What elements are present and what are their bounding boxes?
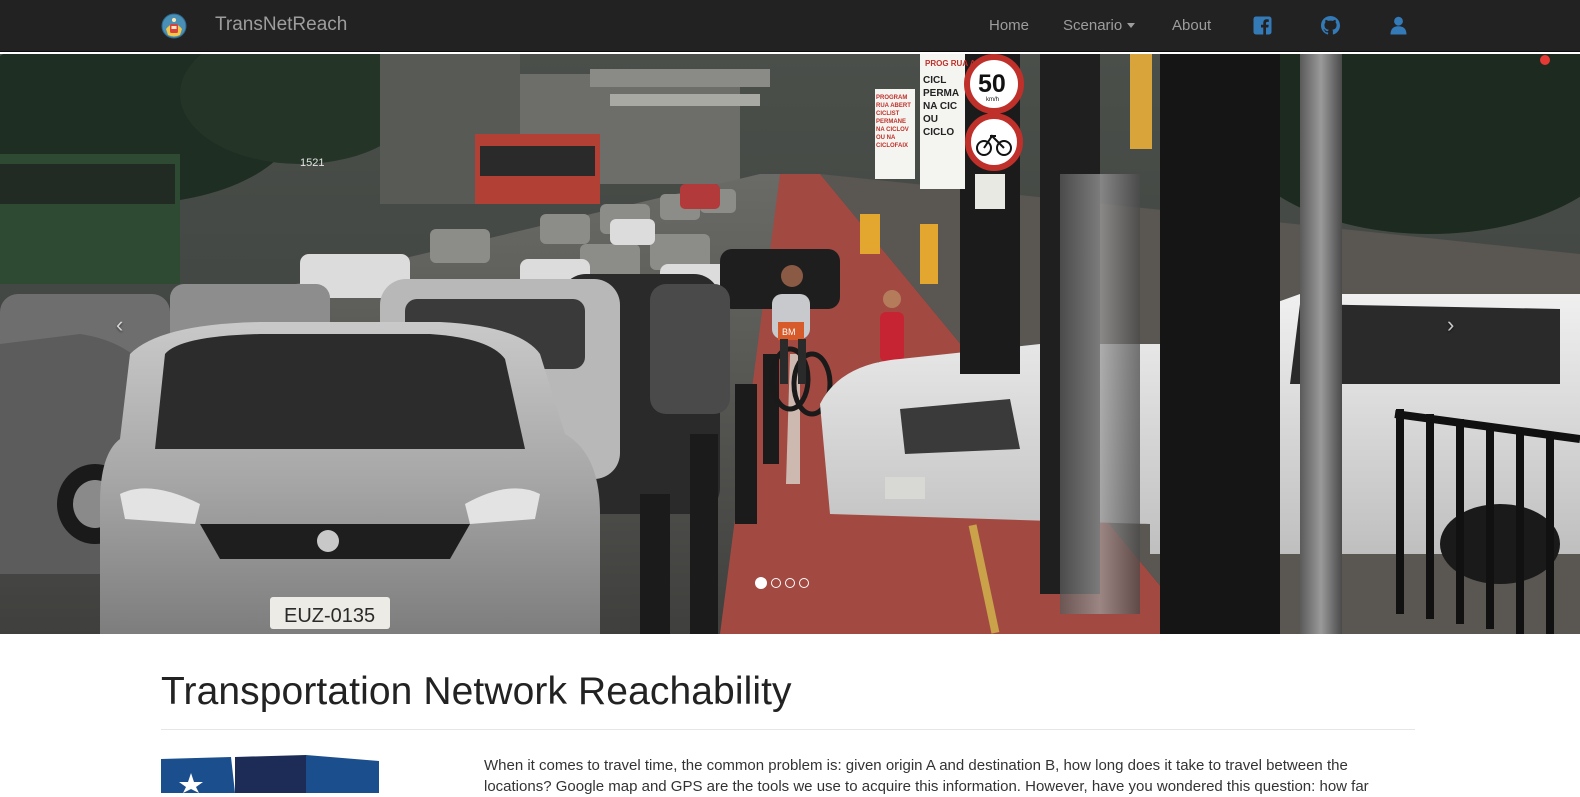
speed-limit-value: 50 xyxy=(978,70,1006,98)
top-navbar: TransNetReach Home Scenario About xyxy=(0,0,1580,52)
license-plate-text: EUZ-0135 xyxy=(284,605,375,627)
speed-limit-unit: km/h xyxy=(986,97,999,103)
carousel-indicator-1[interactable] xyxy=(755,577,767,589)
bus-display-text: 1521 xyxy=(300,157,324,169)
carousel-prev-button[interactable]: ‹ xyxy=(116,312,123,338)
carousel-indicator-4[interactable] xyxy=(799,578,809,588)
speed-limit-sign: 50 km/h xyxy=(964,54,1024,114)
page-title: Transportation Network Reachability xyxy=(161,670,792,713)
title-divider xyxy=(161,729,1415,730)
sign-banner-text: CICL PERMA NA CIC OU CICLO xyxy=(923,75,959,138)
carousel-next-button[interactable]: › xyxy=(1447,312,1454,338)
facebook-icon[interactable] xyxy=(1253,16,1272,35)
carousel-indicator-2[interactable] xyxy=(771,578,781,588)
carousel-slide-image: 1521 EUZ-0135 BM PROG RUA A CICL PERMA N… xyxy=(0,54,1580,634)
sign-banner-title: PROG RUA A xyxy=(925,59,976,68)
intro-paragraph: When it comes to travel time, the common… xyxy=(484,757,1369,795)
nav-scenario-dropdown[interactable]: Scenario xyxy=(1063,17,1136,34)
brand-name[interactable]: TransNetReach xyxy=(215,14,347,36)
bike-crate-text: BM xyxy=(782,327,796,337)
nav-scenario-label: Scenario xyxy=(1063,17,1123,34)
github-icon[interactable] xyxy=(1321,16,1340,35)
bicycle-sign xyxy=(965,113,1023,171)
sign-small-text: PROGRAM RUA ABERT CICLIST PERMANE NA CIC… xyxy=(876,95,911,149)
caret-down-icon xyxy=(1127,22,1136,28)
nav-home-link[interactable]: Home xyxy=(989,17,1029,34)
carousel-indicators xyxy=(755,577,813,592)
nav-about-link[interactable]: About xyxy=(1172,17,1211,34)
brand-logo-icon[interactable] xyxy=(161,13,187,39)
hero-carousel: 1521 EUZ-0135 BM PROG RUA A CICL PERMA N… xyxy=(0,54,1580,634)
carousel-indicator-3[interactable] xyxy=(785,578,795,588)
section-thumbnail-image xyxy=(161,755,379,793)
user-icon[interactable] xyxy=(1389,16,1408,35)
